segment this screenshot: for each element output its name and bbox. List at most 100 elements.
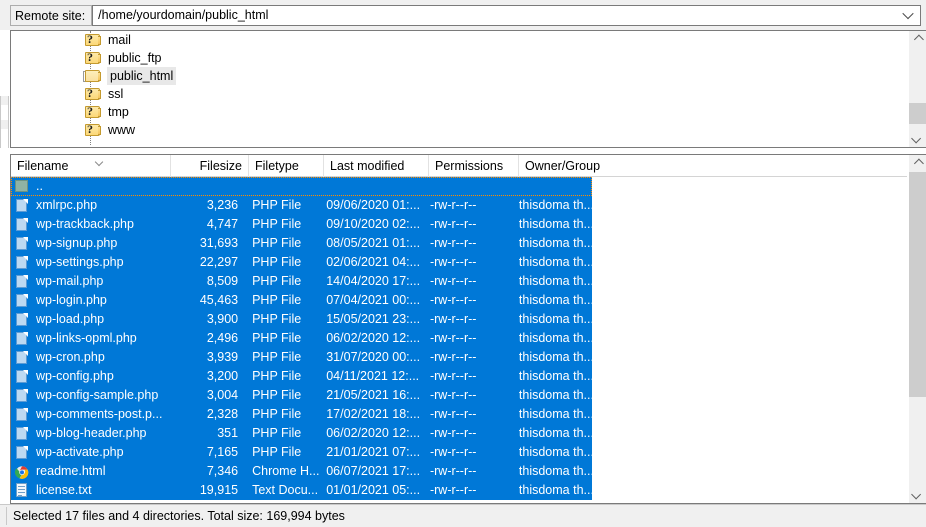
file-list-row[interactable]: wp-signup.php 31,693 PHP File 08/05/2021 01… (11, 234, 592, 253)
scrollbar-thumb[interactable] (909, 103, 926, 124)
arrow-up-icon[interactable] (909, 31, 926, 48)
php-file-icon (15, 369, 29, 384)
status-bar-text: Selected 17 files and 4 directories. Tot… (13, 509, 345, 523)
splitter-segment (1, 96, 8, 105)
column-header-owner-group[interactable]: Owner/Group (519, 155, 604, 177)
chevron-down-icon[interactable] (900, 6, 916, 25)
column-header-permissions[interactable]: Permissions (429, 155, 519, 177)
folder-unknown-icon: ? (85, 86, 101, 101)
file-list-vertical-scrollbar[interactable] (908, 155, 926, 503)
cell-filesize: 4,747 (206, 217, 239, 231)
tree-item-label: www (108, 123, 136, 137)
file-list-row[interactable]: wp-comments-post.p... 2,328 PHP File 17/02/… (11, 405, 592, 424)
cell-last-modified: 17/02/2021 18:... (326, 407, 421, 421)
tree-item-ssl[interactable]: ? ssl (11, 85, 907, 103)
php-file-icon (15, 217, 29, 232)
cell-last-modified: 02/06/2021 04:... (326, 255, 421, 269)
file-list-row[interactable]: wp-activate.php 7,165 PHP File 21/01/2021 0… (11, 443, 592, 462)
cell-owner-group: thisdoma th... (518, 274, 592, 288)
arrow-up-icon[interactable] (909, 155, 926, 172)
cell-permissions: -rw-r--r-- (429, 312, 477, 326)
file-list-row[interactable]: wp-blog-header.php 351 PHP File 06/02/2020 … (11, 424, 592, 443)
column-header-filetype[interactable]: Filetype (249, 155, 324, 177)
file-list-row[interactable]: wp-config.php 3,200 PHP File 04/11/2021 12:… (11, 367, 592, 386)
folder-unknown-icon: ? (85, 50, 101, 65)
remote-site-bar: Remote site: /home/yourdomain/public_htm… (0, 0, 926, 30)
cell-permissions: -rw-r--r-- (429, 274, 477, 288)
column-header-last-modified[interactable]: Last modified (324, 155, 429, 177)
cell-permissions: -rw-r--r-- (429, 331, 477, 345)
file-list-row[interactable]: wp-config-sample.php 3,004 PHP File 21/05/2… (11, 386, 592, 405)
cell-filesize: 3,939 (206, 350, 239, 364)
file-list-row[interactable]: .. (11, 177, 592, 196)
remote-site-combobox[interactable]: /home/yourdomain/public_html (92, 4, 921, 26)
file-list-row[interactable]: wp-mail.php 8,509 PHP File 14/04/2020 17:..… (11, 272, 592, 291)
filename-label: wp-config-sample.php (36, 388, 159, 402)
php-file-icon (15, 445, 29, 460)
cell-filetype: PHP File (252, 350, 302, 364)
file-list-row[interactable]: xmlrpc.php 3,236 PHP File 09/06/2020 01:...… (11, 196, 592, 215)
php-file-icon (15, 331, 29, 346)
tree-item-public-html[interactable]: public_html (11, 67, 907, 85)
remote-file-list[interactable]: Filename Filesize Filetype Last modified… (10, 154, 926, 504)
file-list-row[interactable]: license.txt 19,915 Text Docu... 01/01/2021 … (11, 481, 592, 500)
scrollbar-track[interactable] (909, 172, 926, 486)
scrollbar-thumb[interactable] (909, 172, 926, 397)
cell-filename: wp-config.php (11, 367, 169, 386)
cell-filetype: PHP File (252, 407, 302, 421)
cell-filesize: 8,509 (206, 274, 239, 288)
filename-label: readme.html (36, 464, 106, 478)
cell-filetype: PHP File (252, 198, 302, 212)
tree-item-public-ftp[interactable]: ? public_ftp (11, 49, 907, 67)
file-list-row[interactable]: wp-cron.php 3,939 PHP File 31/07/2020 00:..… (11, 348, 592, 367)
file-list-row[interactable]: wp-login.php 45,463 PHP File 07/04/2021 00:… (11, 291, 592, 310)
remote-directory-tree[interactable]: ? mail ? public_ftp public_html ? ssl ? … (10, 30, 926, 148)
php-file-icon (15, 312, 29, 327)
cell-owner-group: thisdoma th... (518, 312, 592, 326)
tree-item-tmp[interactable]: ? tmp (11, 103, 907, 121)
remote-site-label: Remote site: (10, 4, 93, 26)
cell-owner-group: thisdoma th... (518, 236, 592, 250)
cell-owner-group: thisdoma th... (518, 369, 592, 383)
arrow-down-icon[interactable] (909, 130, 926, 147)
column-header-filesize[interactable]: Filesize (171, 155, 249, 177)
cell-filetype: PHP File (252, 274, 302, 288)
file-list-row[interactable]: readme.html 7,346 Chrome H... 06/07/2021 17… (11, 462, 592, 481)
tree-item-mail[interactable]: ? mail (11, 31, 907, 49)
column-header-label: Last modified (330, 158, 405, 173)
cell-owner-group: thisdoma th... (518, 217, 592, 231)
cell-filesize: 3,900 (206, 312, 239, 326)
column-header-filename[interactable]: Filename (11, 155, 171, 177)
pane-splitter-sliver[interactable] (0, 96, 9, 148)
cell-last-modified: 31/07/2020 00:... (326, 350, 421, 364)
cell-filename: xmlrpc.php (11, 196, 169, 215)
cell-filename: .. (11, 177, 169, 196)
tree-item-www[interactable]: ? www (11, 121, 907, 139)
filename-label: wp-activate.php (36, 445, 124, 459)
filename-label: wp-login.php (36, 293, 107, 307)
tree-item-label: tmp (108, 105, 129, 119)
tree-vertical-scrollbar[interactable] (908, 31, 926, 147)
column-header-label: Filetype (255, 158, 299, 173)
file-list-row[interactable]: wp-trackback.php 4,747 PHP File 09/10/2020 … (11, 215, 592, 234)
cell-owner-group: thisdoma th... (518, 483, 592, 497)
cell-filetype: PHP File (252, 217, 302, 231)
folder-unknown-icon: ? (85, 104, 101, 119)
cell-permissions: -rw-r--r-- (429, 483, 477, 497)
cell-owner-group: thisdoma th... (518, 331, 592, 345)
file-list-row[interactable]: wp-settings.php 22,297 PHP File 02/06/2021 … (11, 253, 592, 272)
file-list-row[interactable]: wp-links-opml.php 2,496 PHP File 06/02/2020… (11, 329, 592, 348)
remote-site-path-input[interactable]: /home/yourdomain/public_html (93, 8, 268, 22)
file-list-row[interactable]: wp-load.php 3,900 PHP File 15/05/2021 23:..… (11, 310, 592, 329)
cell-filesize: 19,915 (199, 483, 239, 497)
column-header-label: Owner/Group (525, 158, 601, 173)
cell-filetype: Text Docu... (252, 483, 319, 497)
arrow-down-icon[interactable] (909, 486, 926, 503)
filename-label: wp-blog-header.php (36, 426, 147, 440)
cell-filesize: 3,236 (206, 198, 239, 212)
cell-permissions: -rw-r--r-- (429, 255, 477, 269)
cell-filename: wp-cron.php (11, 348, 169, 367)
scrollbar-track[interactable] (909, 48, 926, 130)
cell-filename: wp-trackback.php (11, 215, 169, 234)
column-header-label: Filename (17, 158, 69, 173)
